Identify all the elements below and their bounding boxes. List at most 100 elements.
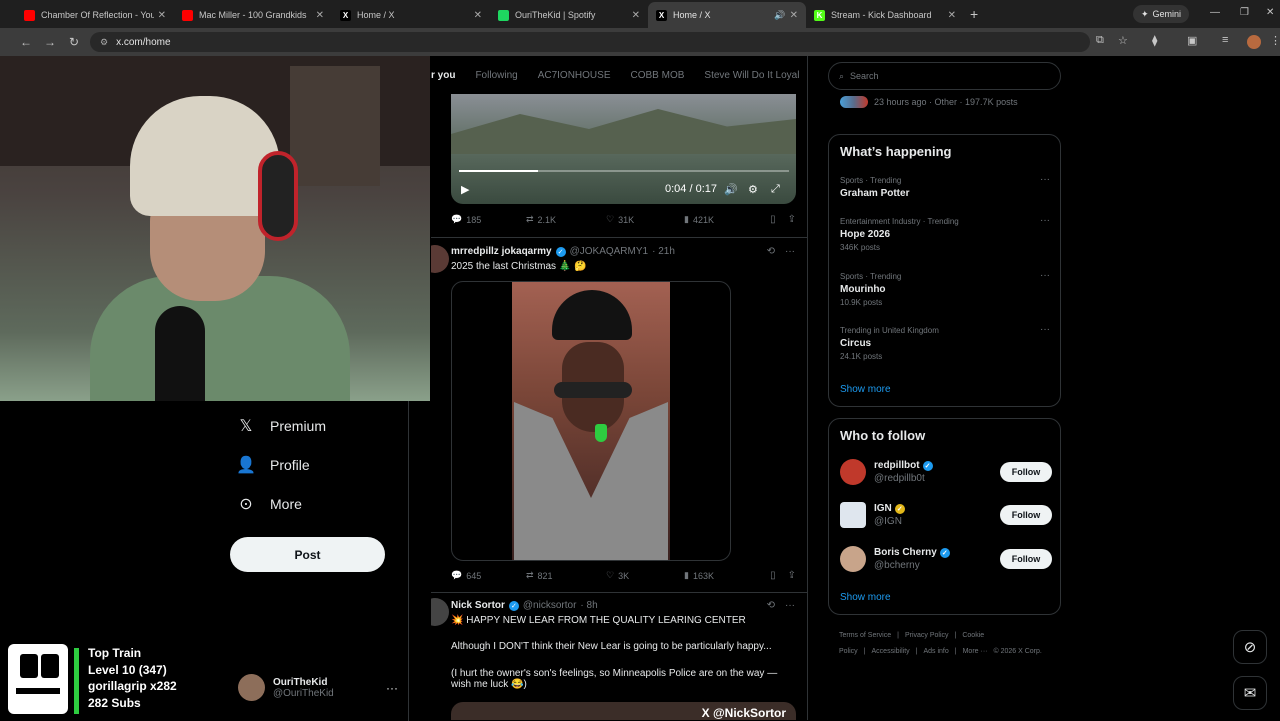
video-progress-bar[interactable] bbox=[459, 170, 789, 172]
tweet-time[interactable]: · 21h bbox=[652, 246, 675, 257]
follow-suggestion[interactable]: redpillbot ✓ @redpillb0t Follow bbox=[840, 459, 1052, 485]
trend-item[interactable]: Sports · Trending Mourinho 10.9K posts ·… bbox=[840, 270, 1050, 307]
messages-icon[interactable]: ✉ bbox=[1233, 676, 1267, 710]
site-info-icon[interactable]: ⚙ bbox=[100, 37, 108, 48]
tab-for-you[interactable]: r you bbox=[431, 70, 455, 81]
tweet-author[interactable]: mrredpillz jokaqarmy bbox=[451, 246, 552, 257]
repost-button[interactable]: ⇄ 821 bbox=[526, 570, 606, 581]
footer-link[interactable]: More ··· bbox=[963, 648, 988, 655]
tweet-media[interactable] bbox=[451, 281, 731, 561]
account-switcher[interactable]: OuriTheKid @OuriTheKid ··· bbox=[238, 674, 398, 701]
forward-button[interactable]: → bbox=[38, 35, 62, 49]
browser-tab[interactable]: X Home / X ✕ bbox=[332, 2, 490, 28]
trend-item[interactable]: Trending in United Kingdom Circus 24.1K … bbox=[840, 324, 1050, 361]
profile-avatar[interactable] bbox=[1247, 35, 1261, 49]
browser-tab[interactable]: X Home / X 🔊 ✕ bbox=[648, 2, 806, 28]
tab-steve-will-do-it[interactable]: Steve Will Do It Loyal bbox=[704, 70, 799, 81]
tab-cobb-mob[interactable]: COBB MOB bbox=[631, 70, 685, 81]
follow-button[interactable]: Follow bbox=[1000, 549, 1052, 569]
share-icon[interactable]: ⇪ bbox=[788, 570, 796, 581]
follow-suggestion[interactable]: IGN ✓ @IGN Follow bbox=[840, 502, 1052, 528]
search-input[interactable]: ⌕ Search bbox=[828, 62, 1061, 90]
bookmark-icon[interactable]: ▯ bbox=[770, 570, 776, 581]
browser-tab[interactable]: K Stream - Kick Dashboard ✕ bbox=[806, 2, 964, 28]
more-icon[interactable]: ··· bbox=[1040, 174, 1050, 185]
nav-profile[interactable]: 👤 Profile bbox=[236, 455, 310, 475]
browser-tab[interactable]: Chamber Of Reflection - YouTube ✕ bbox=[16, 2, 174, 28]
like-button[interactable]: ♡ 31K bbox=[606, 214, 684, 225]
share-icon[interactable]: ⇪ bbox=[788, 214, 796, 225]
footer-link[interactable]: Ads info bbox=[923, 648, 948, 655]
browser-menu-icon[interactable]: ⋮ bbox=[1270, 34, 1280, 47]
extensions-icon[interactable]: ⧫ bbox=[1152, 34, 1157, 47]
tab-ac7ionhouse[interactable]: AC7IONHOUSE bbox=[538, 70, 611, 81]
reading-list-icon[interactable]: ≡ bbox=[1222, 34, 1228, 46]
nav-premium[interactable]: 𝕏 Premium bbox=[236, 416, 326, 436]
gemini-button[interactable]: ✦ Gemini bbox=[1133, 5, 1190, 23]
back-button[interactable]: ← bbox=[14, 35, 38, 49]
tweet-handle[interactable]: @nicksortor bbox=[523, 600, 577, 611]
footer-link[interactable]: Terms of Service bbox=[839, 632, 891, 639]
more-icon[interactable]: ··· bbox=[1040, 324, 1050, 335]
reply-button[interactable]: 💬 185 bbox=[451, 214, 526, 225]
footer-link[interactable]: © 2026 X Corp. bbox=[993, 648, 1041, 655]
follow-suggestion[interactable]: Boris Cherny ✓ @bcherny Follow bbox=[840, 546, 1052, 572]
fullscreen-icon[interactable]: ⤢ bbox=[771, 183, 780, 196]
close-window-button[interactable]: ✕ bbox=[1266, 7, 1274, 18]
train-icon bbox=[8, 644, 68, 714]
play-icon[interactable]: ▶ bbox=[461, 183, 469, 196]
follow-button[interactable]: Follow bbox=[1000, 462, 1052, 482]
restore-button[interactable]: ❐ bbox=[1240, 7, 1249, 18]
show-more-link[interactable]: Show more bbox=[840, 384, 891, 395]
new-tab-button[interactable]: + bbox=[970, 6, 978, 22]
close-tab-icon[interactable]: ✕ bbox=[790, 10, 798, 21]
install-app-icon[interactable]: ⧉ bbox=[1096, 34, 1104, 47]
footer-link[interactable]: Accessibility bbox=[872, 648, 910, 655]
reload-button[interactable]: ↻ bbox=[62, 35, 86, 49]
close-tab-icon[interactable]: ✕ bbox=[474, 10, 482, 21]
address-bar[interactable]: ⚙ x.com/home bbox=[90, 32, 1090, 52]
bookmark-star-icon[interactable]: ☆ bbox=[1118, 34, 1128, 47]
more-icon[interactable]: ··· bbox=[1040, 215, 1050, 226]
video-player[interactable]: ▶ 0:04 / 0:17 🔊 ⚙ ⤢ bbox=[451, 94, 796, 204]
tweet-media[interactable]: X @NickSortor bbox=[451, 702, 796, 720]
trend-item[interactable]: Sports · Trending Graham Potter ··· bbox=[840, 174, 1050, 199]
split-view-icon[interactable]: ▣ bbox=[1187, 34, 1197, 47]
close-tab-icon[interactable]: ✕ bbox=[632, 10, 640, 21]
grok-icon[interactable]: ⊘ bbox=[1233, 630, 1267, 664]
avatar[interactable] bbox=[431, 245, 449, 273]
browser-tab[interactable]: Mac Miller - 100 Grandkids ✕ bbox=[174, 2, 332, 28]
reply-button[interactable]: 💬 645 bbox=[451, 570, 526, 581]
settings-icon[interactable]: ⚙ bbox=[748, 183, 758, 196]
avatar[interactable] bbox=[431, 598, 449, 626]
close-tab-icon[interactable]: ✕ bbox=[948, 10, 956, 21]
x-home-page: r you Following AC7IONHOUSE COBB MOB Ste… bbox=[0, 56, 1280, 721]
grok-icon[interactable]: ⟲ bbox=[767, 246, 775, 257]
close-tab-icon[interactable]: ✕ bbox=[316, 10, 324, 21]
footer-link[interactable]: Privacy Policy bbox=[905, 632, 949, 639]
nav-more[interactable]: ⊙ More bbox=[236, 494, 302, 514]
tweet-time[interactable]: · 8h bbox=[580, 600, 597, 611]
browser-tab[interactable]: OuriTheKid | Spotify ✕ bbox=[490, 2, 648, 28]
views-button[interactable]: ▮ 421K bbox=[684, 214, 766, 225]
more-icon[interactable]: ··· bbox=[785, 246, 795, 257]
post-button[interactable]: Post bbox=[230, 537, 385, 572]
more-icon[interactable]: ··· bbox=[1040, 270, 1050, 281]
grok-icon[interactable]: ⟲ bbox=[767, 600, 775, 611]
like-button[interactable]: ♡ 3K bbox=[606, 570, 684, 581]
more-icon[interactable]: ··· bbox=[785, 600, 795, 611]
volume-icon[interactable]: 🔊 bbox=[724, 183, 738, 196]
trend-item[interactable]: Entertainment Industry · Trending Hope 2… bbox=[840, 215, 1050, 252]
repost-button[interactable]: ⇄ 2.1K bbox=[526, 214, 606, 225]
tab-audio-icon[interactable]: 🔊 bbox=[774, 10, 785, 21]
show-more-link[interactable]: Show more bbox=[840, 592, 891, 603]
bookmark-icon[interactable]: ▯ bbox=[770, 214, 776, 225]
tab-following[interactable]: Following bbox=[475, 70, 517, 81]
close-tab-icon[interactable]: ✕ bbox=[158, 10, 166, 21]
minimize-button[interactable]: — bbox=[1210, 7, 1220, 18]
views-icon: ▮ bbox=[684, 570, 689, 580]
follow-button[interactable]: Follow bbox=[1000, 505, 1052, 525]
views-button[interactable]: ▮ 163K bbox=[684, 570, 766, 581]
tweet-handle[interactable]: @JOKAQARMY1 bbox=[570, 246, 649, 257]
tweet-author[interactable]: Nick Sortor bbox=[451, 600, 505, 611]
